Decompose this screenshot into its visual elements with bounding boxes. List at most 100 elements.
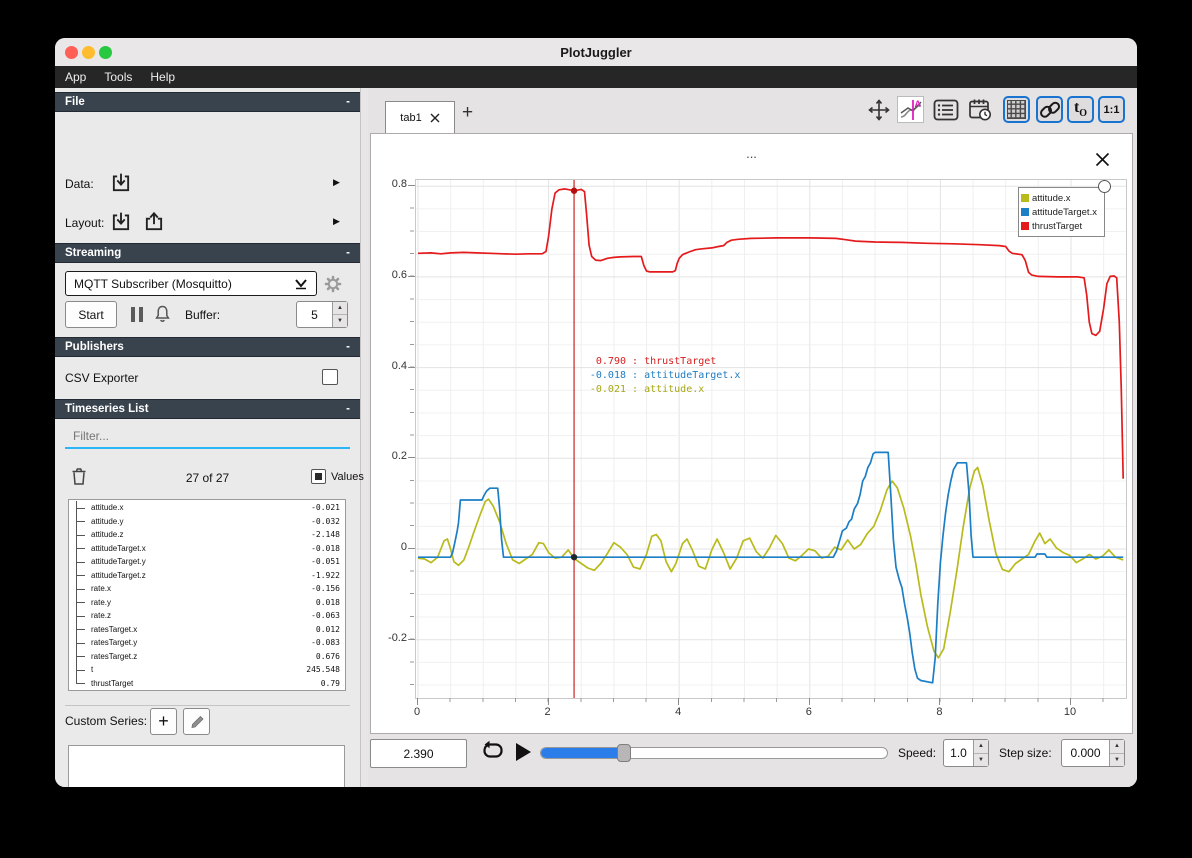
timeseries-list[interactable]: attitude.x -0.021 attitude.y -0.032 attitude… xyxy=(68,499,346,691)
timeseries-row[interactable]: rate.z -0.063 xyxy=(69,609,345,623)
legend-item[interactable]: attitude.x xyxy=(1021,191,1102,205)
timeseries-row[interactable]: attitudeTarget.y -0.051 xyxy=(69,555,345,569)
time-slider[interactable] xyxy=(540,744,888,762)
svg-text:A: A xyxy=(914,99,921,109)
y-axis-tick-label: 0.2 xyxy=(391,450,407,463)
series-name: attitudeTarget.y xyxy=(91,557,146,567)
menu-tools[interactable]: Tools xyxy=(104,70,132,84)
series-name: ratesTarget.z xyxy=(91,651,138,661)
spin-down-icon[interactable]: ▼ xyxy=(1110,754,1124,767)
plot-close-icon[interactable] xyxy=(1094,151,1111,173)
buffer-spinbox[interactable]: 5 ▲ ▼ xyxy=(296,301,348,328)
add-tab-button[interactable]: + xyxy=(462,102,473,124)
edit-custom-series-button[interactable] xyxy=(183,708,210,735)
csv-exporter-checkbox[interactable] xyxy=(322,369,338,385)
series-value: -0.051 xyxy=(311,557,340,567)
menu-app[interactable]: App xyxy=(65,70,86,84)
time-display[interactable]: 2.390 xyxy=(370,739,467,768)
notifications-bell-icon[interactable] xyxy=(153,304,172,329)
legend-handle-circle[interactable] xyxy=(1098,180,1111,193)
add-custom-series-button[interactable]: + xyxy=(150,708,177,735)
timeseries-section-header[interactable]: Timeseries List - xyxy=(55,399,360,419)
grid-view-button[interactable] xyxy=(1003,96,1030,123)
series-value: -0.021 xyxy=(311,503,340,513)
spin-up-icon[interactable]: ▲ xyxy=(333,302,347,315)
timeseries-row[interactable]: rate.y 0.018 xyxy=(69,595,345,610)
main-area: tab1 + A tO 1:1 ... 0.8 0.6 0.4 0.2 0 -0… xyxy=(368,88,1137,787)
legend-color-swatch xyxy=(1021,194,1029,202)
timeseries-row[interactable]: ratesTarget.x 0.012 xyxy=(69,622,345,637)
tab-close-icon[interactable] xyxy=(430,113,440,123)
save-layout-icon[interactable] xyxy=(143,211,165,238)
publishers-section-header[interactable]: Publishers - xyxy=(55,337,360,357)
ratio-1-1-button[interactable]: 1:1 xyxy=(1098,96,1125,123)
timeseries-row[interactable]: attitude.x -0.021 xyxy=(69,501,345,515)
series-value: -0.156 xyxy=(311,584,340,594)
legend-item[interactable]: thrustTarget xyxy=(1021,219,1102,233)
streaming-section-header[interactable]: Streaming - xyxy=(55,243,360,263)
spin-up-icon[interactable]: ▲ xyxy=(974,740,988,754)
collapse-icon[interactable]: - xyxy=(346,96,350,108)
plot-legend[interactable]: attitude.x attitudeTarget.x thrustTarget xyxy=(1018,187,1105,237)
plus-icon: + xyxy=(158,711,169,731)
step-size-label: Step size: xyxy=(999,746,1052,760)
timeseries-row[interactable]: thrustTarget 0.79 xyxy=(69,676,345,691)
speed-spinbox[interactable]: 1.0 ▲ ▼ xyxy=(943,739,989,767)
timeseries-row[interactable]: attitude.z -2.148 xyxy=(69,528,345,542)
layout-expand-arrow-icon[interactable]: ▶ xyxy=(333,216,340,227)
streaming-source-select[interactable]: MQTT Subscriber (Mosquitto) xyxy=(65,271,317,296)
file-section-header[interactable]: File - xyxy=(55,92,360,112)
loop-icon[interactable] xyxy=(480,740,506,769)
buffer-label: Buffer: xyxy=(185,308,221,322)
plot-canvas[interactable] xyxy=(415,179,1127,699)
series-name: attitudeTarget.x xyxy=(91,543,146,553)
spin-down-icon[interactable]: ▼ xyxy=(333,315,347,327)
curve-style-icon[interactable]: A xyxy=(897,96,924,123)
load-layout-icon[interactable] xyxy=(110,211,132,238)
link-axes-button[interactable] xyxy=(1036,96,1063,123)
collapse-icon[interactable]: - xyxy=(346,341,350,353)
x-axis-tick-label: 6 xyxy=(805,706,812,718)
legend-item[interactable]: attitudeTarget.x xyxy=(1021,205,1102,219)
tracker-tooltip: 0.790 : thrustTarget -0.018 : attitudeTar… xyxy=(586,355,741,397)
timeseries-row[interactable]: attitudeTarget.z -1.922 xyxy=(69,568,345,583)
slider-handle[interactable] xyxy=(617,744,631,762)
series-name: rate.y xyxy=(91,597,112,607)
start-button[interactable]: Start xyxy=(65,301,117,328)
collapse-icon[interactable]: - xyxy=(346,247,350,259)
timeseries-row[interactable]: attitudeTarget.x -0.018 xyxy=(69,541,345,556)
timeseries-row[interactable]: ratesTarget.y -0.083 xyxy=(69,636,345,650)
menu-help[interactable]: Help xyxy=(150,70,175,84)
step-size-spinbox[interactable]: 0.000 ▲ ▼ xyxy=(1061,739,1125,767)
x-axis-tick-label: 8 xyxy=(936,706,943,718)
x-axis-tick-label: 10 xyxy=(1063,706,1077,718)
collapse-icon[interactable]: - xyxy=(346,403,350,415)
timeseries-row[interactable]: attitude.y -0.032 xyxy=(69,514,345,529)
filter-input[interactable] xyxy=(65,425,350,449)
timeseries-row[interactable]: t 245.548 xyxy=(69,663,345,677)
datetime-icon[interactable] xyxy=(966,96,993,123)
series-value: -2.148 xyxy=(311,530,340,540)
custom-series-list[interactable] xyxy=(68,745,345,787)
legend-list-icon[interactable] xyxy=(932,96,959,123)
pause-icon[interactable] xyxy=(129,306,145,328)
spin-up-icon[interactable]: ▲ xyxy=(1110,740,1124,754)
spin-down-icon[interactable]: ▼ xyxy=(974,754,988,767)
streaming-settings-gear-icon[interactable] xyxy=(323,274,343,299)
play-icon[interactable] xyxy=(515,742,533,767)
move-arrows-icon[interactable] xyxy=(865,96,892,123)
values-checkbox[interactable] xyxy=(311,469,326,484)
series-value: 0.676 xyxy=(315,651,340,661)
transport-bar: 2.390 Speed: 1.0 ▲ ▼ Step size: 0.000 ▲ ▼ xyxy=(368,734,1137,787)
plot-title[interactable]: ... xyxy=(371,146,1132,161)
data-expand-arrow-icon[interactable]: ▶ xyxy=(333,177,340,188)
timeseries-row[interactable]: ratesTarget.z 0.676 xyxy=(69,649,345,664)
series-value: -0.018 xyxy=(311,543,340,553)
tab-tab1[interactable]: tab1 xyxy=(385,101,455,134)
y-axis-minor-ticks xyxy=(410,185,414,697)
load-data-icon[interactable] xyxy=(110,172,132,199)
timeseries-row[interactable]: rate.x -0.156 xyxy=(69,582,345,596)
tab-bar: tab1 + A tO 1:1 xyxy=(368,88,1137,134)
time-offset-button[interactable]: tO xyxy=(1067,96,1094,123)
menu-bar: App Tools Help xyxy=(55,66,1137,88)
